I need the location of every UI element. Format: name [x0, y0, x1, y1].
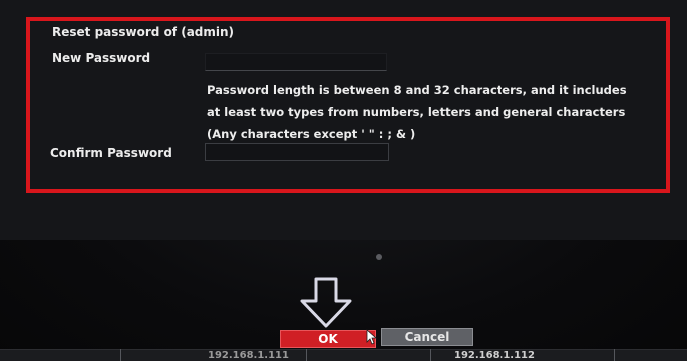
password-hint-line: Password length is between 8 and 32 char…	[207, 83, 627, 97]
new-password-field[interactable]	[205, 53, 387, 71]
camera-ip-left: 192.168.1.111	[208, 350, 289, 361]
password-hint-line: (Any characters except ' " : ; & )	[207, 127, 416, 141]
dialog-title: Reset password of (admin)	[52, 25, 235, 39]
confirm-password-label: Confirm Password	[50, 146, 172, 160]
cancel-button[interactable]: Cancel	[381, 328, 473, 346]
ok-button[interactable]: OK	[280, 330, 376, 348]
confirm-password-field[interactable]	[205, 143, 389, 161]
password-hint-line: at least two types from numbers, letters…	[207, 105, 626, 119]
bottom-status-bar	[0, 349, 687, 361]
arrow-down-icon	[300, 277, 352, 328]
nvr-screen: Reset password of (admin) New Password P…	[0, 0, 687, 361]
bar-divider	[614, 349, 615, 361]
password-hint: Password length is between 8 and 32 char…	[207, 79, 667, 145]
cursor-icon	[366, 329, 378, 345]
bar-divider	[120, 349, 121, 361]
camera-ip-right: 192.168.1.112	[454, 350, 535, 361]
decorative-dot	[376, 254, 382, 260]
reset-password-dialog: Reset password of (admin) New Password P…	[0, 0, 687, 240]
bar-divider	[306, 349, 307, 361]
new-password-label: New Password	[52, 51, 151, 65]
bar-divider	[430, 349, 431, 361]
